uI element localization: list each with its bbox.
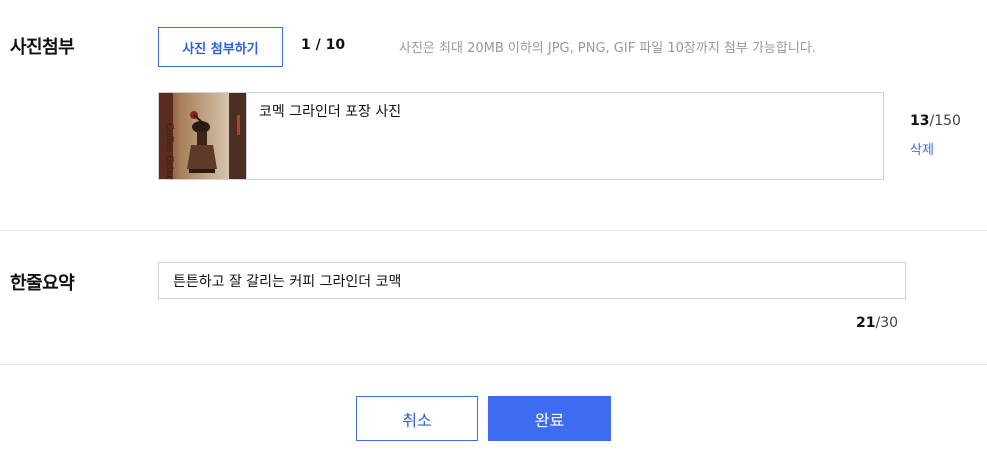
done-button[interactable]: 완료	[488, 396, 611, 441]
cancel-button[interactable]: 취소	[356, 396, 478, 441]
photo-thumbnail[interactable]: Coffee Grinder	[159, 93, 247, 179]
photo-caption-char-max: /150	[929, 113, 961, 129]
summary-char-count: 21/30	[856, 315, 898, 331]
photo-caption-char-current: 13	[910, 113, 930, 129]
photo-caption-char-count: 13/150	[910, 113, 961, 129]
svg-text:Coffee Grinder: Coffee Grinder	[164, 123, 174, 179]
photo-item: Coffee Grinder	[158, 92, 884, 180]
summary-char-current: 21	[856, 315, 876, 331]
section-divider	[0, 364, 987, 365]
photo-count-current: 1	[301, 37, 311, 53]
coffee-grinder-photo-icon: Coffee Grinder	[159, 93, 246, 179]
section-divider	[0, 230, 987, 231]
photo-upload-hint: 사진은 최대 20MB 이하의 JPG, PNG, GIF 파일 10장까지 첨…	[399, 41, 816, 56]
photo-count-separator: /	[310, 37, 326, 53]
photo-count-max: 10	[325, 37, 346, 53]
summary-char-max: /30	[875, 315, 899, 331]
summary-input[interactable]	[158, 262, 906, 299]
photo-section-title: 사진첨부	[10, 37, 75, 58]
summary-section-title: 한줄요약	[10, 273, 75, 294]
delete-photo-link[interactable]: 삭제	[910, 139, 934, 158]
attach-photo-button[interactable]: 사진 첨부하기	[158, 27, 283, 67]
photo-caption-input[interactable]	[259, 103, 859, 119]
photo-count: 1 / 10	[301, 37, 345, 53]
